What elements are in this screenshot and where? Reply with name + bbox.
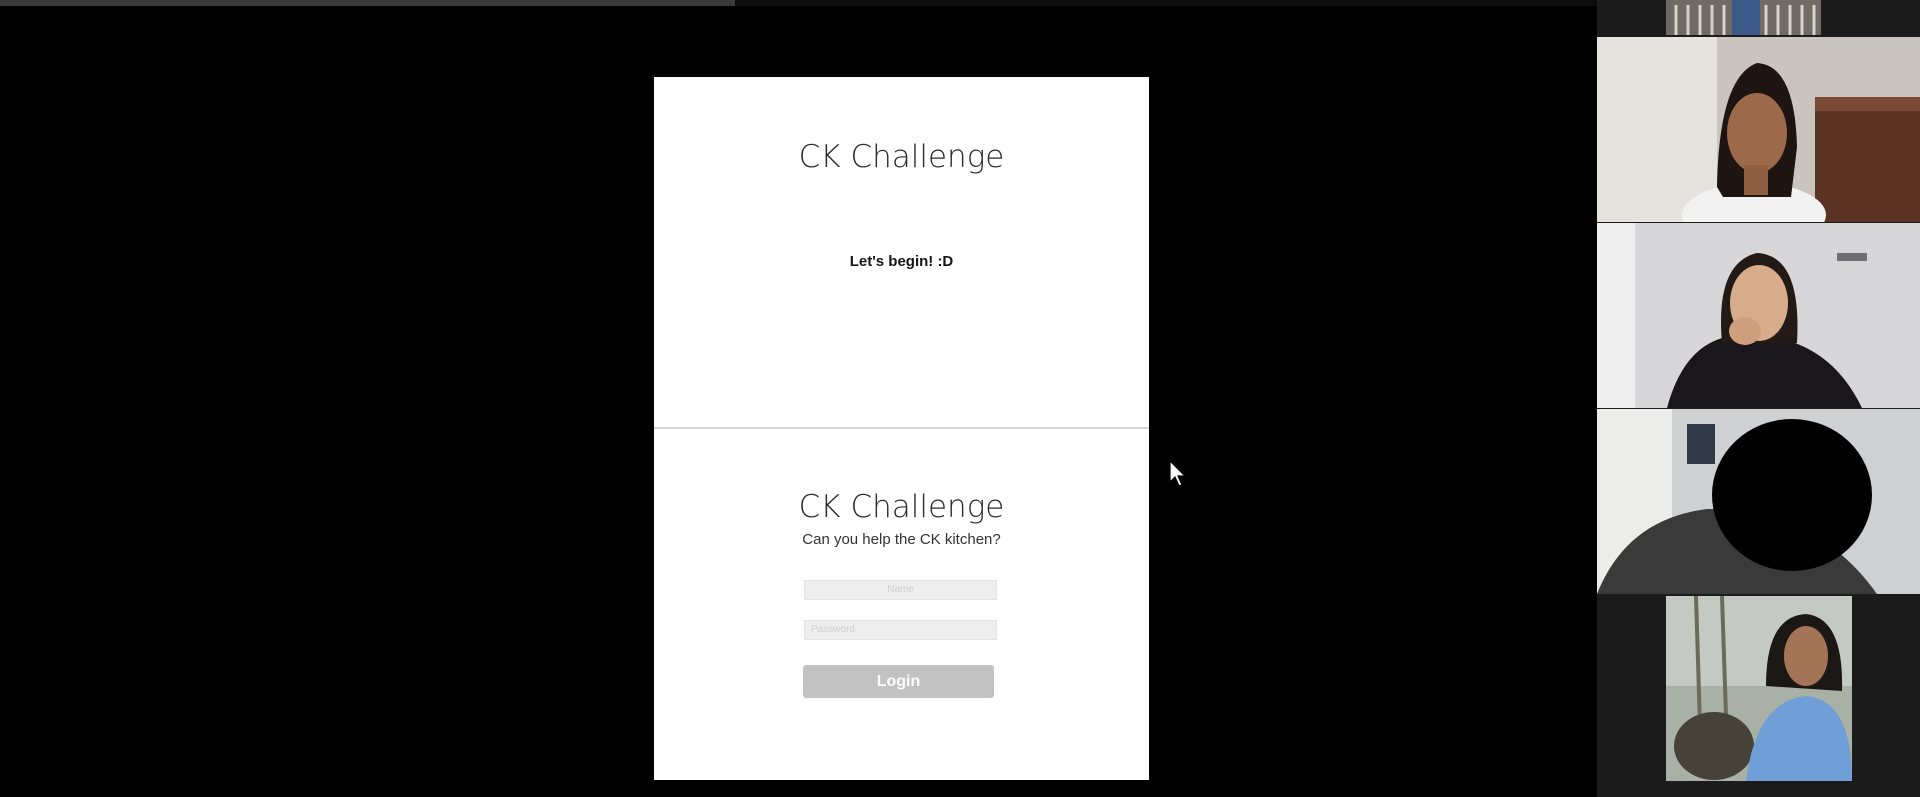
redaction-blob <box>1712 419 1872 571</box>
participant-video-tile-4[interactable] <box>1597 409 1920 594</box>
username-field[interactable]: Name <box>804 580 997 600</box>
participants-panel <box>1597 0 1920 797</box>
participant-video-1 <box>1666 0 1821 35</box>
participant-video-tile-5[interactable] <box>1666 596 1852 781</box>
mouse-pointer-icon <box>1169 460 1187 487</box>
participant-video-5 <box>1666 596 1852 781</box>
participant-video-tile-1[interactable] <box>1666 0 1821 35</box>
intro-slide-subtitle: Let's begin! :D <box>849 253 954 270</box>
login-slide-title: CK Challenge <box>798 489 1005 525</box>
intro-slide: CK Challenge Let's begin! :D <box>654 77 1149 427</box>
participant-video-tile-3[interactable] <box>1597 223 1920 408</box>
playback-progress-track[interactable] <box>0 0 1597 6</box>
login-button[interactable]: Login <box>803 665 994 698</box>
participant-video-tile-2[interactable] <box>1597 37 1920 222</box>
shared-slide-document: CK Challenge Let's begin! :D CK Challeng… <box>654 77 1149 780</box>
participant-video-3 <box>1597 223 1920 408</box>
login-slide: CK Challenge Can you help the CK kitchen… <box>654 429 1149 780</box>
participant-video-2 <box>1597 37 1920 222</box>
playback-progress-fill <box>0 0 735 6</box>
shared-screen-stage: CK Challenge Let's begin! :D CK Challeng… <box>0 0 1597 797</box>
participant-video-4 <box>1597 409 1920 594</box>
intro-slide-title: CK Challenge <box>798 139 1005 175</box>
password-field[interactable]: Password <box>804 620 997 640</box>
login-slide-subtitle: Can you help the CK kitchen? <box>802 531 1001 548</box>
